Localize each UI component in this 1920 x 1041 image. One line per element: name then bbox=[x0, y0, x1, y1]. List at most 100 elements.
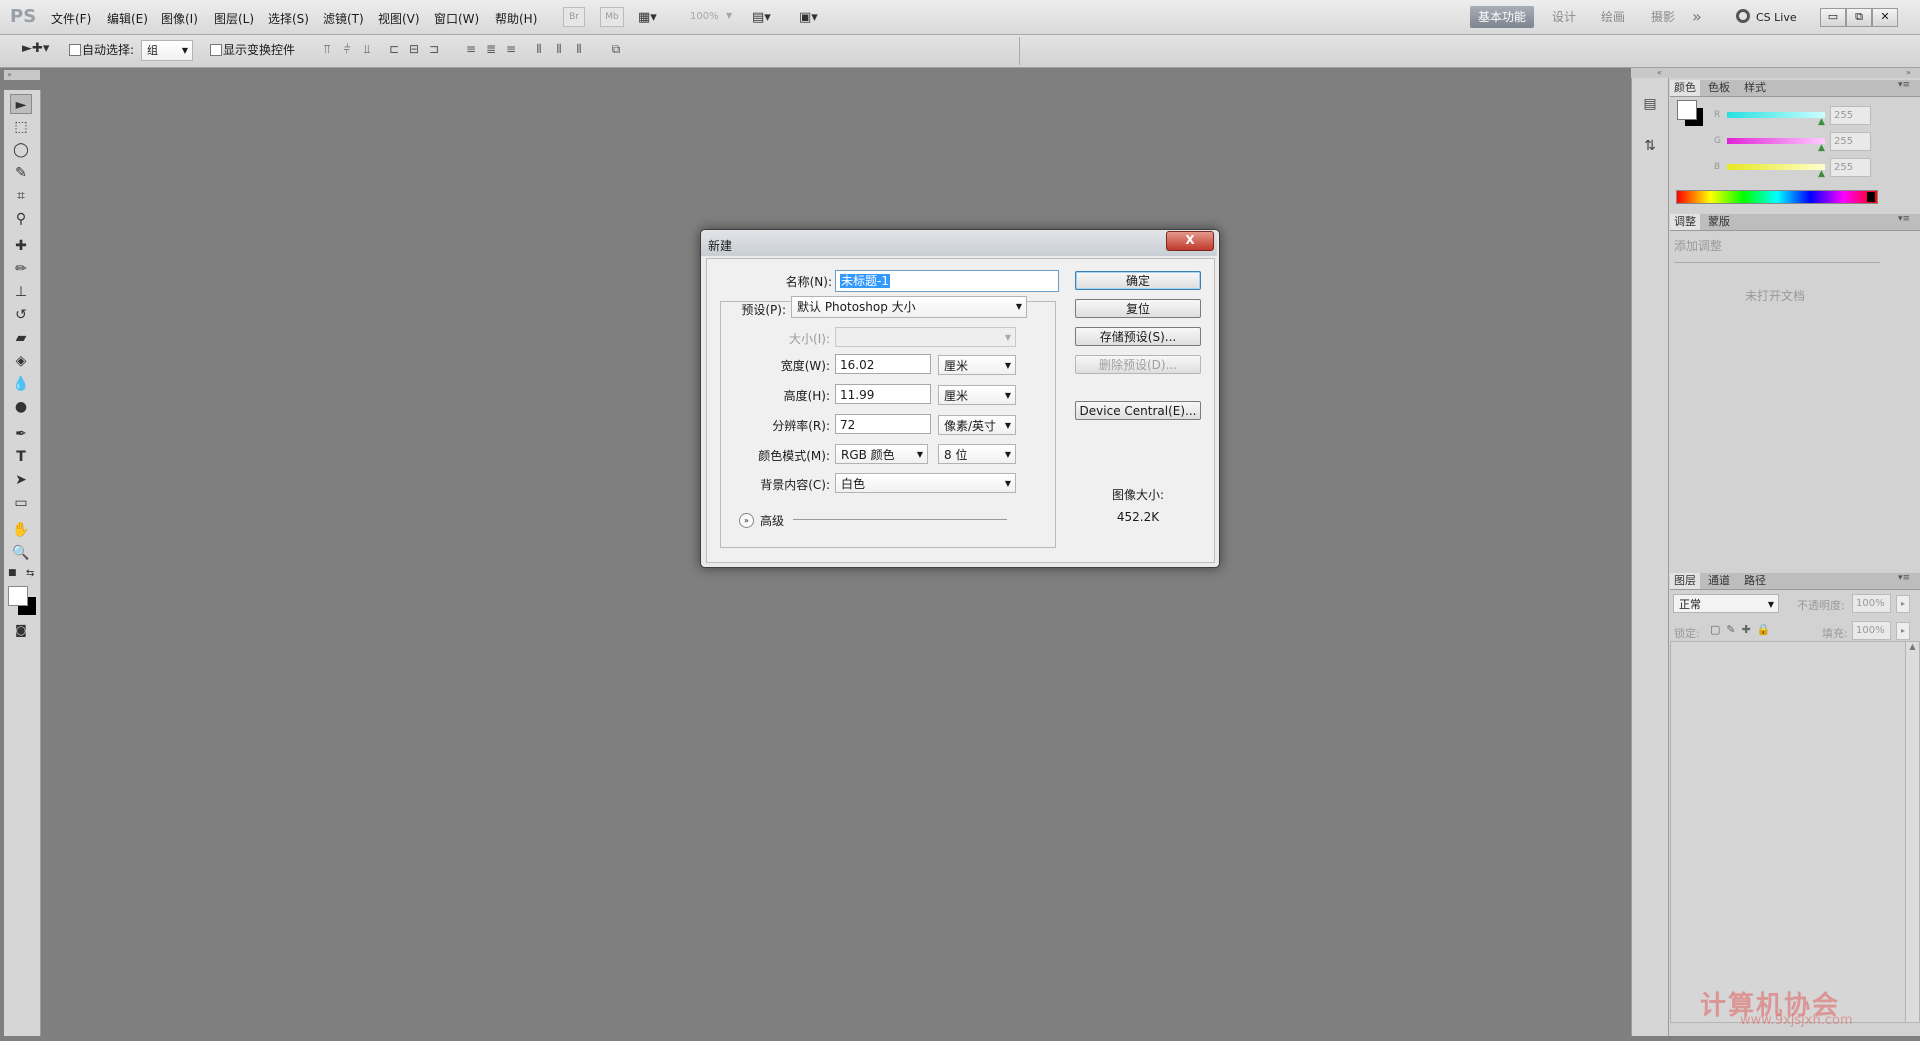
distribute-top-icon[interactable]: ≡ bbox=[462, 42, 480, 58]
opacity-arrow-icon[interactable]: ▸ bbox=[1896, 595, 1910, 613]
tab-paths[interactable]: 路径 bbox=[1740, 573, 1770, 589]
name-input[interactable]: 未标题-1 bbox=[835, 270, 1059, 292]
tab-layers[interactable]: 图层 bbox=[1670, 573, 1700, 589]
red-slider[interactable] bbox=[1727, 112, 1825, 118]
eraser-tool-icon[interactable]: ▰ bbox=[10, 328, 32, 348]
advanced-label[interactable]: 高级 bbox=[760, 512, 784, 529]
align-left-icon[interactable]: ⊏ bbox=[385, 42, 403, 58]
more-workspaces-icon[interactable]: » bbox=[1684, 6, 1710, 28]
distribute-vcenter-icon[interactable]: ≣ bbox=[482, 42, 500, 58]
histogram-panel-icon[interactable]: ▤ bbox=[1640, 96, 1660, 116]
fill-field[interactable]: 100% bbox=[1852, 621, 1891, 640]
info-panel-icon[interactable]: ⇅ bbox=[1640, 138, 1660, 158]
distribute-hcenter-icon[interactable]: ⦀ bbox=[550, 42, 568, 58]
device-central-button[interactable]: Device Central(E)... bbox=[1075, 401, 1201, 420]
opacity-field[interactable]: 100% bbox=[1852, 594, 1891, 613]
hand-tool-icon[interactable]: ✋ bbox=[10, 520, 32, 540]
tab-color[interactable]: 颜色 bbox=[1670, 80, 1700, 96]
default-colors-icon[interactable]: ■ bbox=[8, 568, 17, 578]
align-top-icon[interactable]: ⫪ bbox=[318, 42, 336, 58]
layers-scrollbar[interactable]: ▲ bbox=[1905, 641, 1920, 1023]
shape-tool-icon[interactable]: ▭ bbox=[10, 493, 32, 513]
workspace-painting[interactable]: 绘画 bbox=[1593, 6, 1633, 28]
extras-icon[interactable]: ▦▾ bbox=[638, 10, 657, 25]
workspace-design[interactable]: 设计 bbox=[1544, 6, 1584, 28]
distribute-right-icon[interactable]: ⦀ bbox=[570, 42, 588, 58]
cs-live-icon[interactable] bbox=[1736, 9, 1750, 23]
fill-arrow-icon[interactable]: ▸ bbox=[1896, 622, 1910, 640]
red-slider-handle-icon[interactable]: ▲ bbox=[1818, 117, 1825, 127]
restore-button[interactable]: ⧉ bbox=[1846, 8, 1872, 27]
panel-menu-icon[interactable]: ▾≡ bbox=[1898, 214, 1910, 224]
menu-file[interactable]: 文件(F) bbox=[51, 10, 91, 27]
path-select-tool-icon[interactable]: ➤ bbox=[10, 470, 32, 490]
blue-value-field[interactable]: 255 bbox=[1830, 158, 1871, 177]
blue-slider-handle-icon[interactable]: ▲ bbox=[1818, 169, 1825, 179]
align-hcenter-icon[interactable]: ⊟ bbox=[405, 42, 423, 58]
align-vcenter-icon[interactable]: ⫩ bbox=[338, 42, 356, 58]
clone-stamp-tool-icon[interactable]: ⊥ bbox=[10, 282, 32, 302]
dock-collapse-icon[interactable]: « bbox=[1657, 68, 1662, 78]
tab-swatches[interactable]: 色板 bbox=[1704, 80, 1734, 96]
zoom-level[interactable]: 100% bbox=[690, 11, 719, 22]
move-tool-icon[interactable]: ► bbox=[10, 94, 32, 114]
screen-mode-icon[interactable]: ▣▾ bbox=[799, 10, 818, 25]
preset-dropdown[interactable]: 默认 Photoshop 大小 ▼ bbox=[791, 296, 1027, 318]
menu-view[interactable]: 视图(V) bbox=[378, 10, 420, 27]
auto-align-icon[interactable]: ⧉ bbox=[607, 42, 625, 58]
align-bottom-icon[interactable]: ⫫ bbox=[358, 42, 376, 58]
type-tool-icon[interactable]: T bbox=[10, 447, 32, 467]
tab-channels[interactable]: 通道 bbox=[1704, 573, 1734, 589]
menu-window[interactable]: 窗口(W) bbox=[434, 10, 479, 27]
panel-menu-icon[interactable]: ▾≡ bbox=[1898, 573, 1910, 583]
layers-list[interactable] bbox=[1670, 641, 1906, 1023]
blur-tool-icon[interactable]: 💧 bbox=[10, 374, 32, 394]
green-slider-handle-icon[interactable]: ▲ bbox=[1818, 143, 1825, 153]
color-mode-dropdown[interactable]: RGB 颜色 ▼ bbox=[835, 444, 928, 464]
arrange-documents-icon[interactable]: ▤▾ bbox=[752, 10, 771, 25]
red-value-field[interactable]: 255 bbox=[1830, 106, 1871, 125]
panel-menu-icon[interactable]: ▾≡ bbox=[1898, 80, 1910, 90]
pen-tool-icon[interactable]: ✒ bbox=[10, 424, 32, 444]
zoom-tool-icon[interactable]: 🔍 bbox=[10, 543, 32, 563]
menu-image[interactable]: 图像(I) bbox=[161, 10, 198, 27]
history-brush-tool-icon[interactable]: ↺ bbox=[10, 305, 32, 325]
resolution-input[interactable]: 72 bbox=[835, 414, 931, 434]
paint-bucket-tool-icon[interactable]: ◈ bbox=[10, 351, 32, 371]
blend-mode-dropdown[interactable]: 正常 ▼ bbox=[1673, 594, 1779, 613]
workspace-essentials[interactable]: 基本功能 bbox=[1470, 6, 1535, 28]
tab-masks[interactable]: 蒙版 bbox=[1704, 214, 1734, 230]
ok-button[interactable]: 确定 bbox=[1075, 271, 1201, 290]
dialog-titlebar[interactable] bbox=[701, 230, 1217, 256]
dock-expand-icon[interactable]: » bbox=[1906, 68, 1911, 78]
eyedropper-tool-icon[interactable]: ⚲ bbox=[10, 209, 32, 229]
menu-help[interactable]: 帮助(H) bbox=[495, 10, 537, 27]
color-fg-swatch[interactable] bbox=[1677, 100, 1697, 120]
auto-select-checkbox[interactable] bbox=[69, 44, 81, 56]
brush-tool-icon[interactable]: ✏ bbox=[10, 259, 32, 279]
lasso-tool-icon[interactable]: ◯ bbox=[10, 140, 32, 160]
marquee-tool-icon[interactable]: ⬚ bbox=[10, 117, 32, 137]
bridge-button[interactable]: Br bbox=[563, 7, 585, 27]
close-app-button[interactable]: ✕ bbox=[1872, 8, 1898, 27]
menu-edit[interactable]: 编辑(E) bbox=[107, 10, 148, 27]
tab-styles[interactable]: 样式 bbox=[1740, 80, 1770, 96]
quick-select-tool-icon[interactable]: ✎ bbox=[10, 163, 32, 183]
green-slider[interactable] bbox=[1727, 138, 1825, 144]
lock-icons[interactable]: ▢✎✚🔒 bbox=[1710, 623, 1777, 636]
menu-select[interactable]: 选择(S) bbox=[268, 10, 309, 27]
green-value-field[interactable]: 255 bbox=[1830, 132, 1871, 151]
swap-colors-icon[interactable]: ⇆ bbox=[26, 568, 34, 579]
minimize-button[interactable]: ▭ bbox=[1820, 8, 1846, 27]
spectrum-black-swatch[interactable] bbox=[1867, 192, 1875, 202]
bit-depth-dropdown[interactable]: 8 位 ▼ bbox=[938, 444, 1016, 464]
save-preset-button[interactable]: 存储预设(S)... bbox=[1075, 327, 1201, 346]
color-spectrum-bar[interactable] bbox=[1676, 190, 1878, 204]
align-right-icon[interactable]: ⊐ bbox=[425, 42, 443, 58]
height-unit-dropdown[interactable]: 厘米 ▼ bbox=[938, 385, 1016, 405]
healing-brush-tool-icon[interactable]: ✚ bbox=[10, 236, 32, 256]
reset-button[interactable]: 复位 bbox=[1075, 299, 1201, 318]
show-transform-checkbox[interactable] bbox=[210, 44, 222, 56]
menu-filter[interactable]: 滤镜(T) bbox=[323, 10, 364, 27]
foreground-color-swatch[interactable] bbox=[8, 586, 28, 606]
